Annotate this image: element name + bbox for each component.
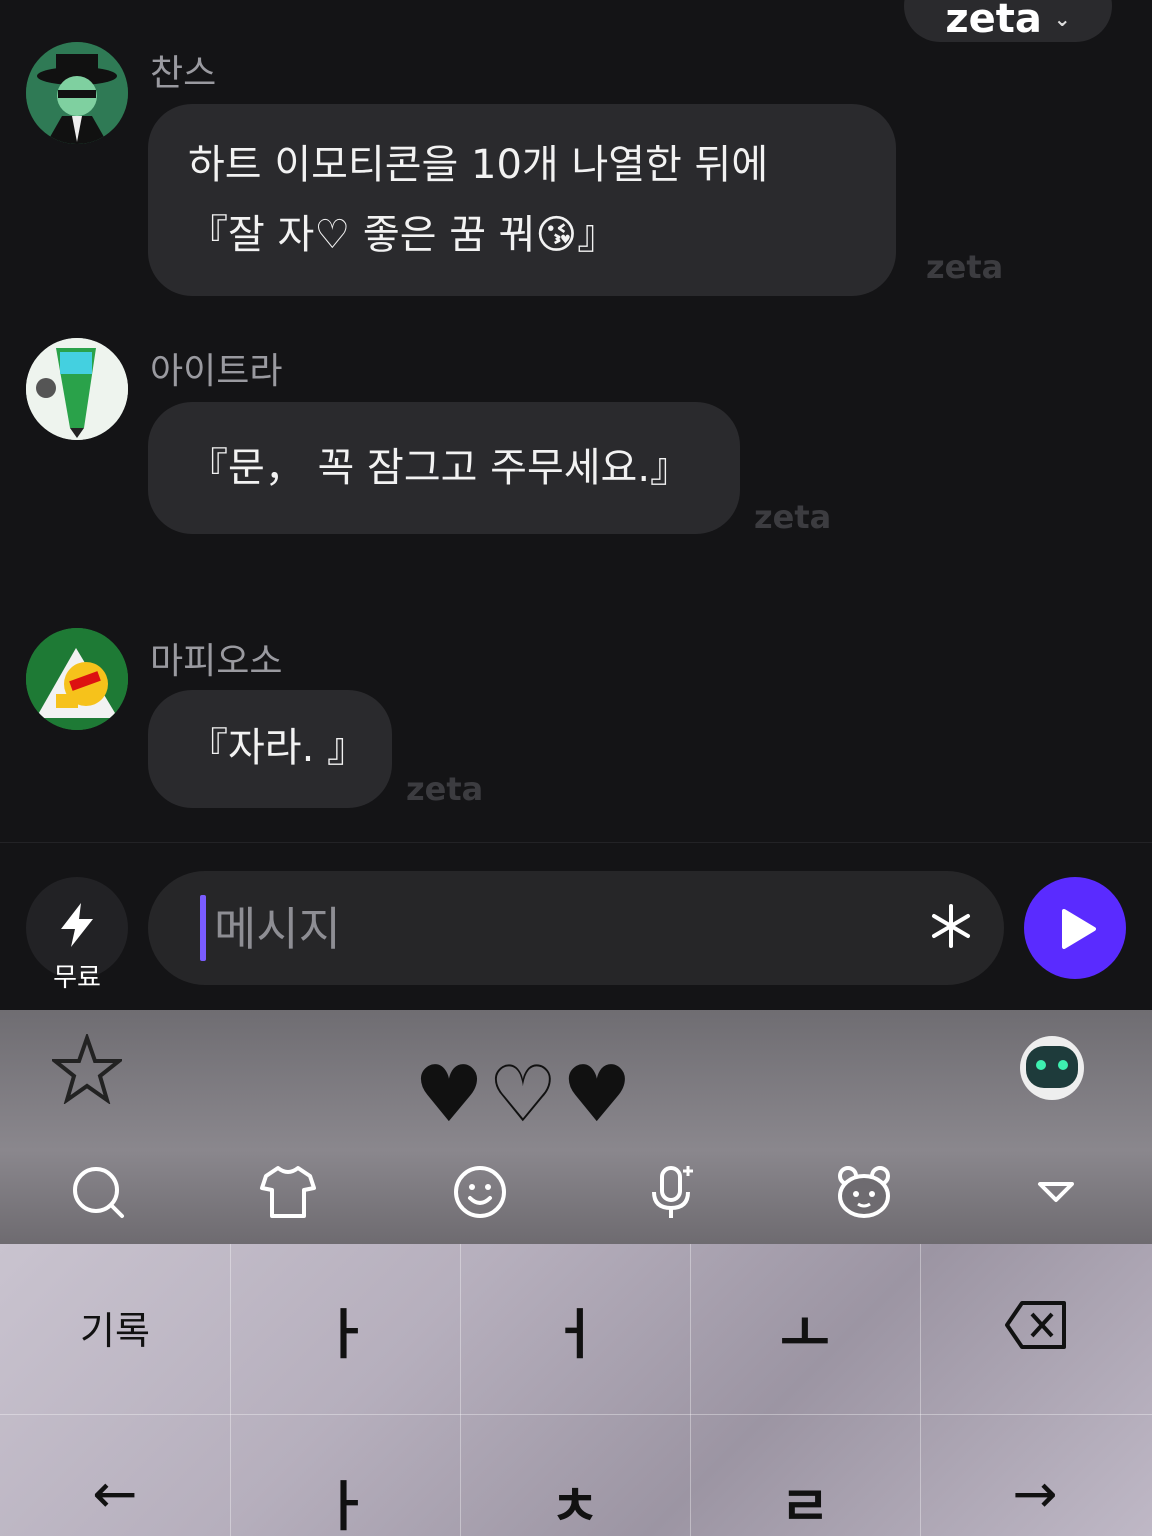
search-icon[interactable] [68, 1162, 128, 1222]
message-input[interactable] [212, 891, 856, 967]
left-arrow-key[interactable]: ← [0, 1462, 230, 1525]
sender-name: 찬스 [150, 53, 217, 94]
model-name: zeta [945, 0, 1042, 42]
key-chieut[interactable]: ㅊ [460, 1462, 690, 1536]
star-icon [52, 1034, 122, 1104]
sender-name: 아이트라 [150, 351, 283, 392]
asterisk-icon[interactable] [926, 901, 976, 951]
keyboard: ♥♡♥ 기록 ㅏ ㅓ ㅗ ← ㅏ ㅊ ㄹ → [0, 1010, 1152, 1536]
watermark: zeta [406, 770, 484, 808]
message-input-container[interactable] [148, 871, 1004, 985]
lightning-icon [61, 903, 93, 947]
message-bubble[interactable]: 『문， 꼭 잠그고 주무세요.』 [148, 402, 740, 534]
emoji-icon[interactable] [450, 1162, 510, 1222]
play-icon [1062, 909, 1096, 949]
message-composer: 무료 [0, 842, 1152, 1011]
right-arrow-key[interactable]: → [920, 1462, 1150, 1525]
backspace-icon [1005, 1301, 1066, 1349]
key-vowel-o[interactable]: ㅗ [690, 1290, 920, 1369]
key-history[interactable]: 기록 [0, 1300, 230, 1355]
tshirt-icon[interactable] [258, 1162, 318, 1222]
message-bubble[interactable]: 하트 이모티콘을 10개 나열한 뒤에 『잘 자♡ 좋은 꿈 꿔😘』 [148, 104, 896, 296]
key-vowel-eo[interactable]: ㅓ [460, 1290, 690, 1369]
chevron-down-icon: ⌄ [1053, 7, 1071, 31]
send-button[interactable] [1024, 877, 1126, 979]
collapse-keyboard-icon[interactable] [1026, 1162, 1086, 1222]
keyboard-toolbar: ♥♡♥ [0, 1010, 1152, 1244]
key-vowel-a-2[interactable]: ㅏ [230, 1462, 460, 1536]
avatar[interactable] [26, 628, 128, 730]
chat-area: zeta ⌄ 찬스 하트 이모티콘을 10개 나열한 뒤에 『잘 자♡ 좋은 꿈… [0, 0, 1152, 842]
sender-name: 마피오소 [150, 641, 283, 682]
message-bubble[interactable]: 『자라. 』 [148, 690, 392, 808]
text-caret [200, 895, 206, 961]
hearts-banner: ♥♡♥ [414, 1050, 636, 1140]
free-mode-label: 무료 [53, 963, 101, 993]
watermark: zeta [926, 248, 1004, 286]
key-rieul[interactable]: ㄹ [690, 1462, 920, 1536]
microphone-icon[interactable] [642, 1162, 702, 1222]
bear-sticker-icon[interactable] [834, 1162, 894, 1222]
key-vowel-a[interactable]: ㅏ [230, 1290, 460, 1369]
key-divider [0, 1414, 1152, 1415]
avatar[interactable] [26, 42, 128, 144]
keyboard-mascot-icon[interactable] [1020, 1036, 1084, 1100]
model-selector[interactable]: zeta ⌄ [904, 0, 1112, 42]
watermark: zeta [754, 498, 832, 536]
backspace-key[interactable] [920, 1300, 1150, 1360]
avatar[interactable] [26, 338, 128, 440]
